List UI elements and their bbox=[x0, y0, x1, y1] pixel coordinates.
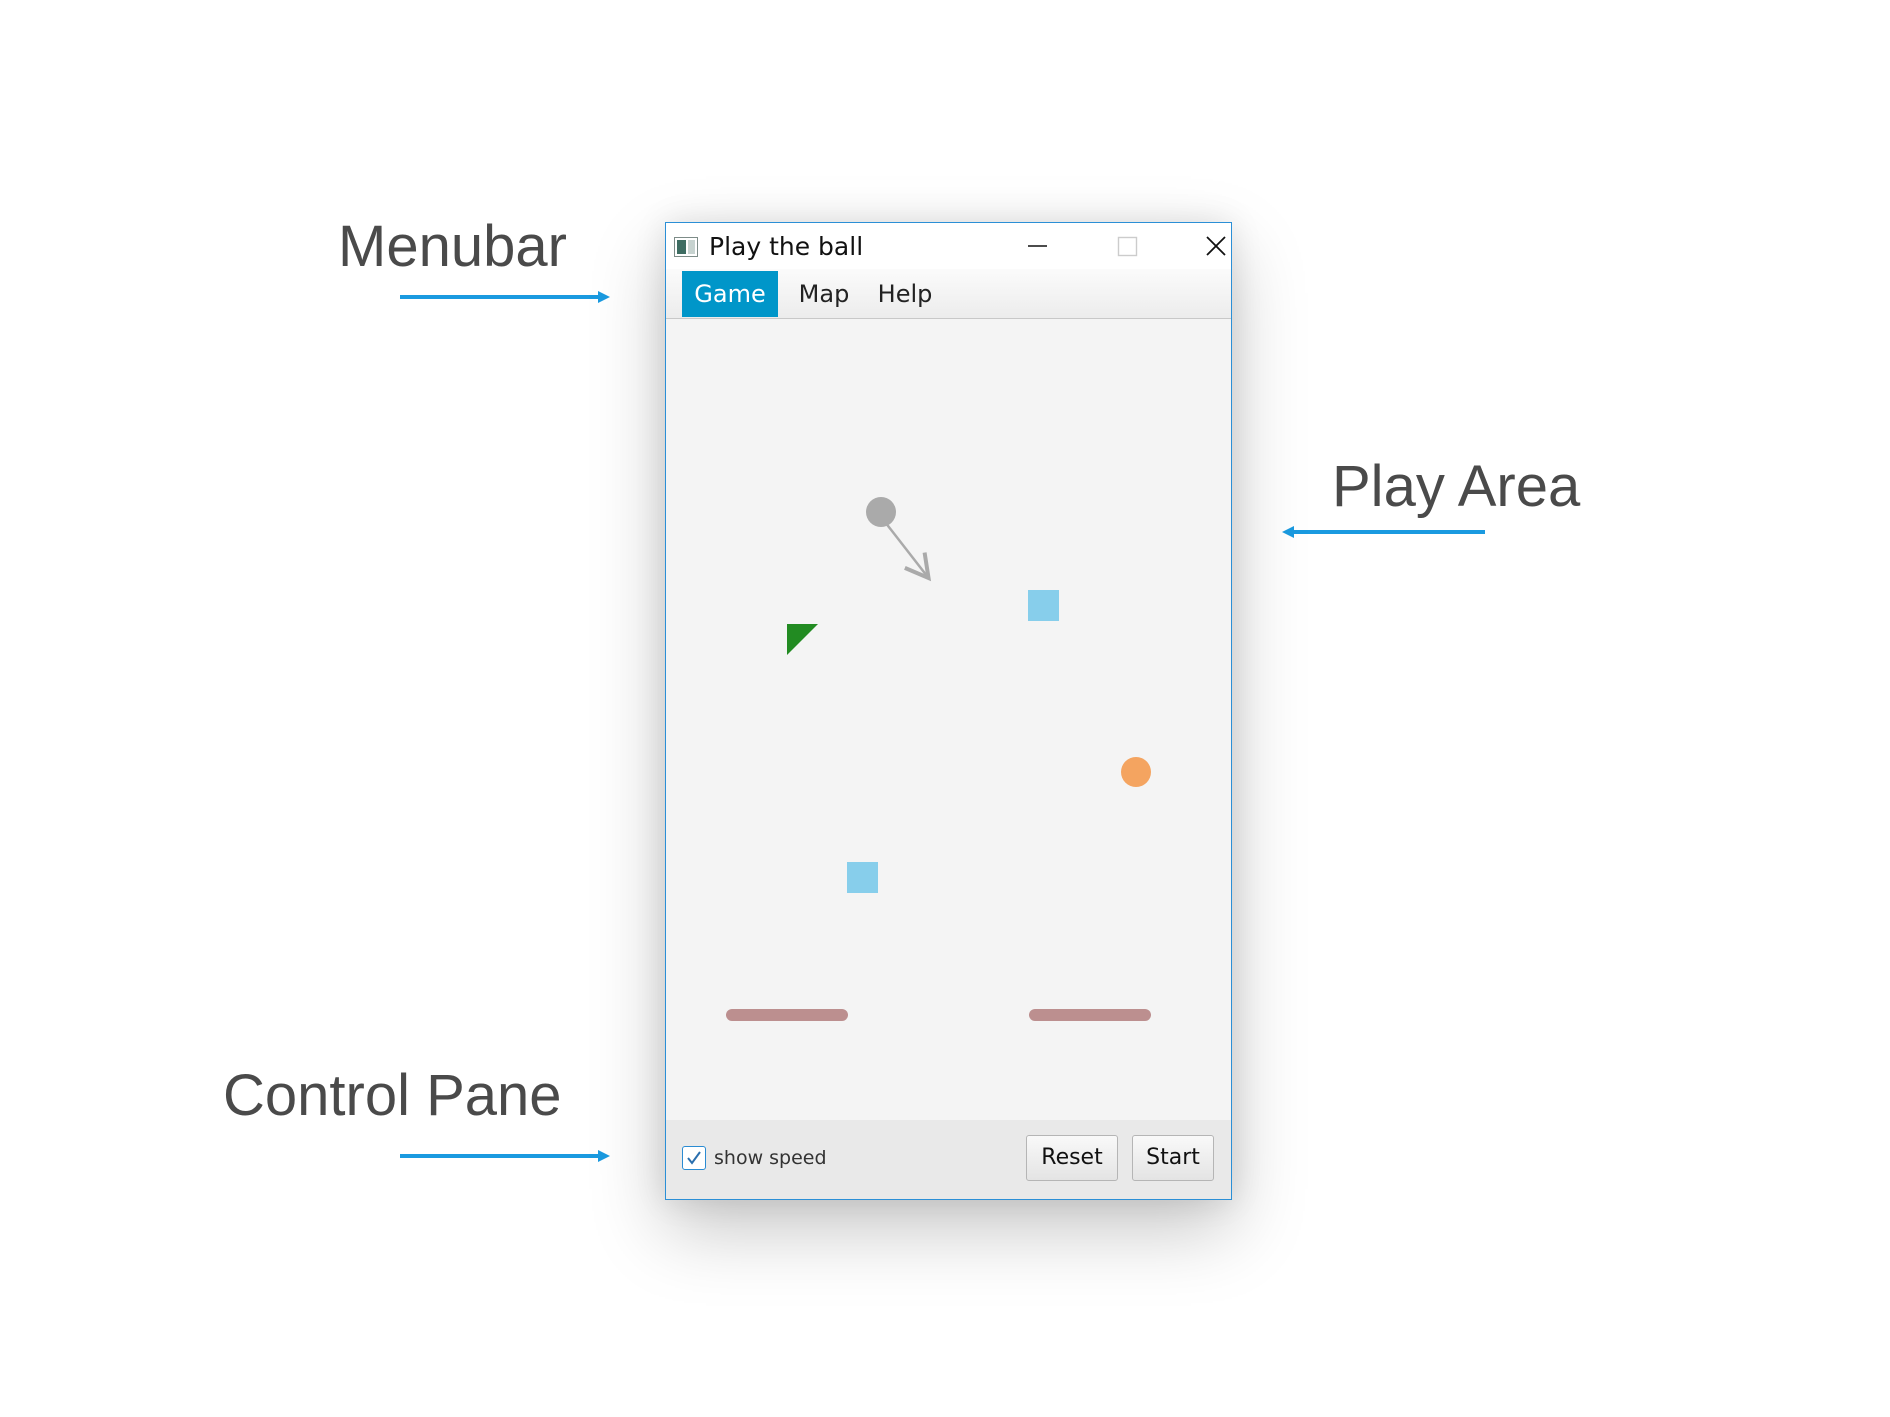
window-title: Play the ball bbox=[709, 232, 864, 261]
menubar: Game Map Help bbox=[666, 269, 1231, 319]
minimize-icon bbox=[1028, 245, 1047, 247]
annotation-control-pane-label: Control Pane bbox=[223, 1063, 562, 1128]
blue-square-bottom bbox=[847, 862, 878, 893]
play-area[interactable] bbox=[666, 319, 1231, 1120]
control-pane: show speed Reset Start bbox=[666, 1120, 1231, 1199]
ball-direction-arrow bbox=[884, 521, 932, 582]
left-paddle[interactable] bbox=[726, 1009, 848, 1021]
maximize-button[interactable] bbox=[1097, 223, 1157, 269]
minimize-button[interactable] bbox=[1007, 223, 1067, 269]
annotation-menubar-label: Menubar bbox=[338, 214, 567, 279]
start-button[interactable]: Start bbox=[1132, 1135, 1214, 1181]
show-speed-label: show speed bbox=[714, 1147, 827, 1169]
checkmark-icon bbox=[687, 1151, 701, 1165]
green-triangle bbox=[787, 624, 818, 655]
title-bar[interactable]: Play the ball bbox=[666, 223, 1231, 269]
blue-square-top bbox=[1028, 590, 1059, 621]
annotation-play-area-arrow bbox=[1282, 526, 1485, 538]
menu-game[interactable]: Game bbox=[682, 271, 778, 317]
app-icon bbox=[674, 237, 698, 257]
annotation-menubar-arrow bbox=[400, 291, 610, 303]
close-button[interactable] bbox=[1186, 223, 1246, 269]
close-icon bbox=[1206, 236, 1226, 256]
annotation-control-pane-arrow bbox=[400, 1150, 610, 1162]
annotation-play-area-label: Play Area bbox=[1332, 454, 1581, 519]
show-speed-checkbox[interactable] bbox=[682, 1146, 706, 1170]
right-paddle[interactable] bbox=[1029, 1009, 1151, 1021]
play-area-canvas[interactable] bbox=[666, 319, 1231, 1120]
orange-circle bbox=[1121, 757, 1151, 787]
reset-button[interactable]: Reset bbox=[1026, 1135, 1118, 1181]
menu-map[interactable]: Map bbox=[788, 271, 860, 317]
ball[interactable] bbox=[866, 497, 896, 527]
app-window: Play the ball Game Map Help show speed R… bbox=[665, 222, 1232, 1200]
maximize-icon bbox=[1117, 236, 1138, 257]
menu-help[interactable]: Help bbox=[868, 271, 942, 317]
